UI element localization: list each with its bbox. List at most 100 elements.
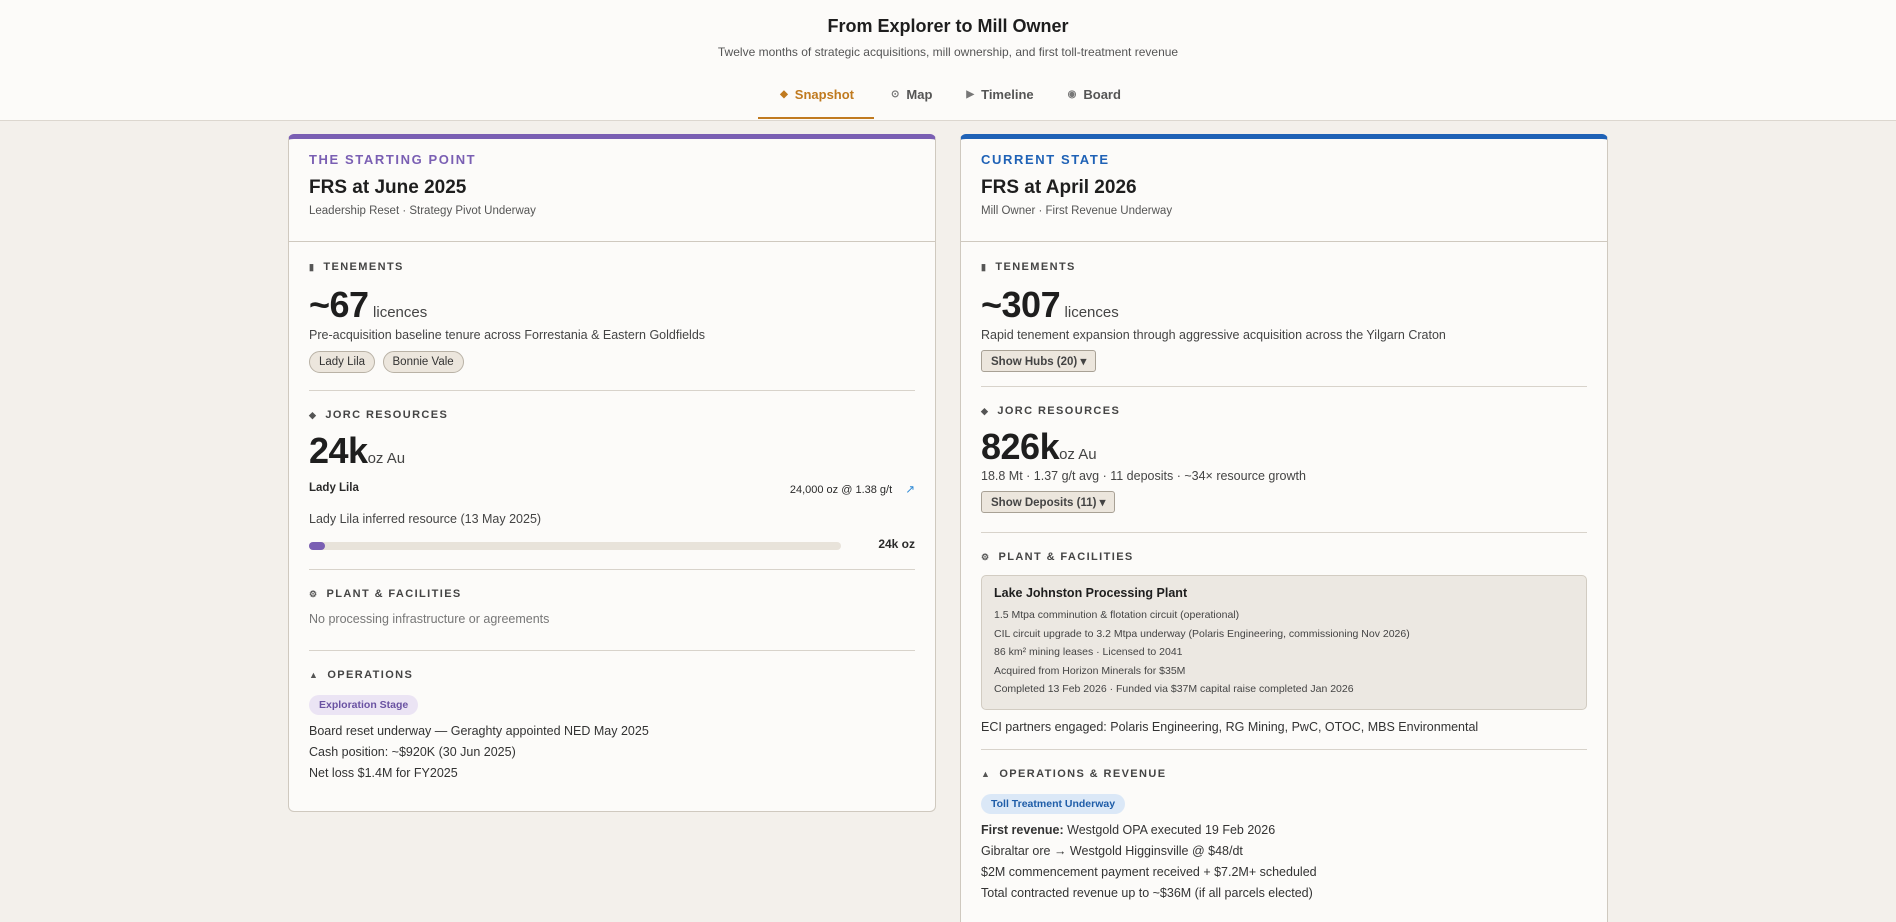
jorc-desc: 18.8 Mt · 1.37 g/t avg · 11 deposits · ~…	[981, 469, 1306, 483]
jorc-unit: oz Au	[367, 450, 406, 467]
badge-wrap: Exploration Stage	[309, 695, 915, 715]
tenements-unit: licences	[373, 304, 428, 321]
diamond-icon: ◆	[981, 405, 990, 416]
gear-icon: ⚙	[309, 588, 319, 599]
jorc-section: ◆ JORC RESOURCES 826koz Au 18.8 Mt · 1.3…	[981, 405, 1587, 513]
card-header: CURRENT STATE FRS at April 2026 Mill Own…	[961, 139, 1607, 242]
tenements-desc: Rapid tenement expansion through aggress…	[981, 328, 1446, 342]
card-eyebrow: THE STARTING POINT	[309, 152, 477, 167]
section-label-text: JORC RESOURCES	[997, 405, 1121, 417]
plant-card: Lake Johnston Processing Plant 1.5 Mtpa …	[981, 575, 1587, 710]
section-label: ⚙ PLANT & FACILITIES	[981, 551, 1587, 563]
tab-label: Board	[1083, 87, 1121, 102]
section-label: ◆ JORC RESOURCES	[981, 405, 1587, 417]
triangle-icon: ▲	[981, 769, 992, 779]
section-label-text: TENEMENTS	[995, 261, 1076, 273]
operations-section: ▲ OPERATIONS Exploration Stage Board res…	[309, 669, 915, 780]
deposit-detail: 24,000 oz @ 1.38 g/t	[789, 484, 893, 496]
section-label: ⚙ PLANT & FACILITIES	[309, 588, 915, 600]
card-title: FRS at April 2026	[981, 177, 1137, 198]
play-icon: ▶	[966, 89, 975, 100]
show-deposits-dropdown[interactable]: Show Deposits (11) ▾	[981, 491, 1116, 513]
section-label-text: TENEMENTS	[323, 261, 404, 273]
tenements-metric: ~67 licences	[309, 284, 915, 326]
tenements-value: ~307	[981, 284, 1061, 325]
ops-line: Net loss $1.4M for FY2025	[309, 766, 458, 780]
show-hubs-dropdown[interactable]: Show Hubs (20) ▾	[981, 350, 1097, 372]
tenements-section: ▮ TENEMENTS ~307 licences Rapid tenement…	[981, 261, 1587, 372]
jorc-unit: oz Au	[1059, 446, 1097, 463]
tab-timeline[interactable]: ▶ Timeline	[949, 86, 1050, 119]
plant-section: ⚙ PLANT & FACILITIES No processing infra…	[309, 588, 915, 626]
divider	[981, 749, 1587, 750]
plant-line: 1.5 Mtpa comminution & flotation circuit…	[994, 609, 1240, 621]
jorc-value: 24k	[309, 430, 368, 471]
current-state-card: CURRENT STATE FRS at April 2026 Mill Own…	[960, 134, 1608, 922]
plant-section: ⚙ PLANT & FACILITIES Lake Johnston Proce…	[981, 551, 1587, 734]
badge-wrap: Toll Treatment Underway	[981, 794, 1587, 814]
tab-map[interactable]: ⊙ Map	[874, 86, 949, 119]
tab-snapshot[interactable]: ◆ Snapshot	[758, 86, 875, 119]
tab-label: Snapshot	[794, 87, 855, 102]
resource-bar: 24k oz	[309, 537, 915, 553]
divider	[981, 532, 1587, 533]
ops-line: Gibraltar ore → Westgold Higginsville @ …	[981, 844, 1243, 858]
jorc-metric: 24koz Au	[309, 430, 915, 472]
eci-partners: ECI partners engaged: Polaris Engineerin…	[981, 719, 1479, 734]
bar-track	[309, 542, 841, 550]
ops-line: Total contracted revenue up to ~$36M (if…	[981, 886, 1313, 900]
card-subtitle: Mill Owner · First Revenue Underway	[981, 205, 1173, 217]
section-label-text: PLANT & FACILITIES	[326, 588, 462, 600]
card-eyebrow: CURRENT STATE	[981, 152, 1110, 167]
plant-line: CIL circuit upgrade to 3.2 Mtpa underway…	[994, 627, 1410, 640]
jorc-metric: 826koz Au	[981, 426, 1587, 468]
deposit-desc: Lady Lila inferred resource (13 May 2025…	[309, 512, 542, 526]
compass-icon: ⊙	[891, 89, 900, 100]
section-label-text: OPERATIONS	[327, 669, 414, 681]
divider	[981, 386, 1587, 387]
bar-fill	[309, 542, 325, 550]
deposit-row: Lady Lila 24,000 oz @ 1.38 g/t ↗	[309, 482, 915, 496]
first-revenue-label: First revenue:	[981, 823, 1064, 837]
dropdown-wrap: Show Deposits (11) ▾	[981, 491, 1587, 513]
gear-icon: ⚙	[981, 551, 991, 562]
external-link-icon[interactable]: ↗	[905, 484, 915, 496]
tab-board[interactable]: ◉ Board	[1051, 86, 1138, 119]
section-label: ▮ TENEMENTS	[309, 261, 915, 273]
chip-list: Lady Lila Bonnie Vale	[309, 351, 915, 373]
operations-section: ▲ OPERATIONS & REVENUE Toll Treatment Un…	[981, 768, 1587, 900]
section-label-text: PLANT & FACILITIES	[998, 551, 1134, 563]
view-tabs: ◆ Snapshot ⊙ Map ▶ Timeline ◉ Board	[0, 86, 1896, 119]
plant-line: 86 km² mining leases · Licensed to 2041	[994, 646, 1183, 658]
dropdown-wrap: Show Hubs (20) ▾	[981, 350, 1587, 372]
diamond-icon: ◆	[780, 89, 788, 100]
chip-lady-lila[interactable]: Lady Lila	[309, 351, 376, 373]
tab-label: Map	[906, 87, 933, 102]
tab-label: Timeline	[981, 87, 1034, 102]
jorc-value: 826k	[981, 426, 1060, 467]
ops-line: Board reset underway — Geraghty appointe…	[309, 724, 649, 738]
chip-bonnie-vale[interactable]: Bonnie Vale	[382, 351, 464, 373]
section-label: ▲ OPERATIONS & REVENUE	[981, 768, 1587, 780]
triangle-icon: ▲	[309, 670, 320, 680]
bar-value: 24k oz	[878, 537, 915, 551]
page-subtitle: Twelve months of strategic acquisitions,…	[717, 45, 1179, 59]
tenements-desc: Pre-acquisition baseline tenure across F…	[309, 328, 706, 342]
page-title: From Explorer to Mill Owner	[827, 16, 1069, 36]
deposit-name: Lady Lila	[309, 482, 359, 494]
diamond-icon: ◆	[309, 409, 318, 420]
first-revenue-line: First revenue: Westgold OPA executed 19 …	[981, 823, 1587, 837]
bar-icon: ▮	[981, 261, 988, 272]
ops-line: Cash position: ~$920K (30 Jun 2025)	[309, 745, 516, 759]
circle-icon: ◉	[1067, 89, 1077, 100]
first-revenue-text: Westgold OPA executed 19 Feb 2026	[1063, 823, 1276, 837]
plant-line: Acquired from Horizon Minerals for $35M	[994, 664, 1186, 677]
divider	[309, 650, 915, 651]
section-label-text: OPERATIONS & REVENUE	[999, 768, 1167, 780]
ops-line: $2M commencement payment received + $7.2…	[981, 865, 1317, 879]
plant-name: Lake Johnston Processing Plant	[994, 586, 1188, 600]
tenements-metric: ~307 licences	[981, 284, 1587, 326]
plant-line: Completed 13 Feb 2026 · Funded via $37M …	[994, 683, 1354, 695]
section-label: ▲ OPERATIONS	[309, 669, 915, 681]
status-badge: Toll Treatment Underway	[981, 794, 1126, 814]
